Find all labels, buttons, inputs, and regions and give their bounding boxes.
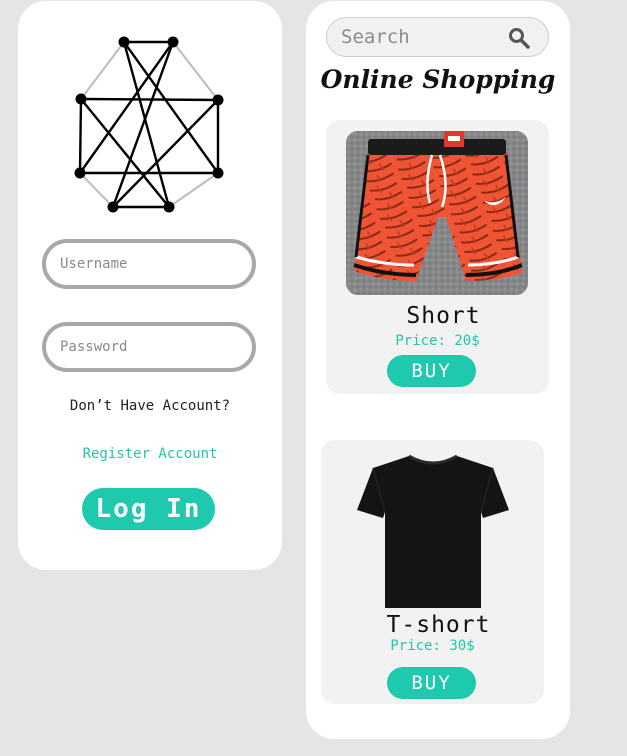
product-card: T-short Price: 30$ BUY bbox=[321, 440, 544, 704]
logo-icon bbox=[74, 36, 224, 213]
product-price: Price: 30$ bbox=[390, 638, 475, 654]
buy-button[interactable]: BUY bbox=[387, 355, 476, 387]
tshirt-image bbox=[357, 454, 509, 608]
login-card: Don’t Have Account? Register Account Log… bbox=[18, 1, 282, 570]
no-account-text: Don’t Have Account? bbox=[69, 398, 231, 414]
login-button[interactable]: Log In bbox=[82, 488, 215, 530]
password-input[interactable] bbox=[42, 322, 256, 372]
shorts-image bbox=[346, 131, 528, 295]
shop-card: Online Shopping bbox=[306, 1, 570, 739]
register-account-link[interactable]: Register Account bbox=[18, 446, 282, 462]
search-icon[interactable] bbox=[508, 27, 530, 49]
product-price: Price: 20$ bbox=[395, 333, 480, 349]
buy-button[interactable]: BUY bbox=[387, 667, 476, 699]
username-input[interactable] bbox=[42, 239, 256, 289]
page-title: Online Shopping bbox=[320, 65, 556, 94]
product-image bbox=[357, 452, 509, 612]
product-name: Short bbox=[406, 303, 481, 329]
product-card: Short Price: 20$ BUY bbox=[326, 120, 549, 394]
product-name: T-short bbox=[386, 612, 491, 638]
search-bar bbox=[326, 17, 549, 57]
search-input[interactable] bbox=[341, 24, 501, 50]
product-image bbox=[346, 131, 528, 295]
